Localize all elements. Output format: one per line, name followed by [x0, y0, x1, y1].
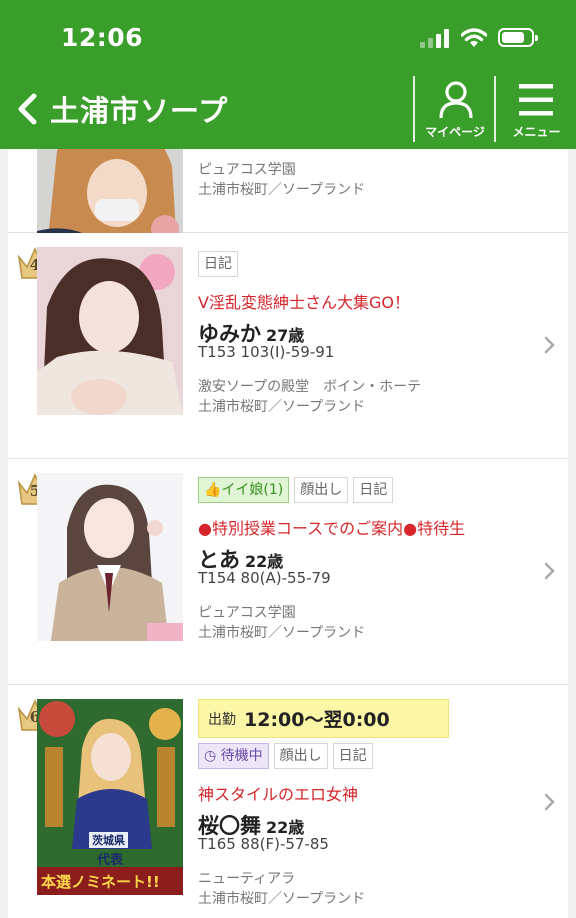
nav-divider — [413, 76, 415, 142]
chevron-right-icon — [544, 562, 555, 580]
mypage-label: マイページ — [425, 125, 485, 139]
photo-banner-prefecture: 茨城県 — [89, 832, 128, 848]
tag-list: 日記 — [198, 251, 538, 277]
area-category: 土浦市桜町／ソープランド — [198, 891, 366, 907]
tag-list: 👍イイ娘(1) 顔出し 日記 — [198, 477, 538, 503]
wifi-icon — [461, 28, 487, 47]
catchphrase: 神スタイルのエロ女神 — [198, 785, 359, 804]
cellular-signal-icon — [420, 29, 452, 48]
chevron-right-icon — [544, 793, 555, 811]
body-spec: T154 80(A)-55-79 — [198, 569, 331, 587]
shop-name: ニューティアラ — [198, 871, 296, 887]
shift-hours-box: 出勤 12:00〜翌0:00 — [198, 699, 449, 738]
menu-button[interactable]: メニュー — [497, 74, 576, 144]
area-category: 土浦市桜町／ソープランド — [198, 399, 366, 415]
ranking-list: ピュアコス学園 土浦市桜町／ソープランド 4 日記 V淫乱変態紳士さん大集GO！… — [8, 149, 568, 918]
shift-time: 12:00〜翌0:00 — [244, 709, 390, 731]
catchphrase: ●特別授業コースでのご案内●特待生 — [198, 519, 466, 538]
photo-banner-representative: 代表 — [97, 853, 124, 868]
navigation-bar: 土浦市ソープ マイページ メニュー — [0, 74, 576, 149]
girl-photo — [37, 473, 183, 641]
page-title: 土浦市ソープ — [50, 94, 229, 128]
tag-diary: 日記 — [332, 743, 373, 769]
shift-label: 出勤 — [208, 711, 236, 728]
list-item[interactable]: 5 👍イイ娘(1) 顔出し 日記 ●特別授業コースでのご案内●特待生 とあ 22… — [8, 459, 568, 685]
tag-diary: 日記 — [353, 477, 394, 503]
list-item[interactable]: ピュアコス学園 土浦市桜町／ソープランド — [8, 149, 568, 249]
clock-icon: ◷ — [204, 748, 217, 764]
tag-face-shown: 顔出し — [294, 477, 349, 503]
catchphrase: V淫乱変態紳士さん大集GO！ — [198, 293, 410, 312]
list-item[interactable]: 6 茨城県 代表 本選ノミネート!! 出勤 12:00〜翌0:00 ◷ 待機中 … — [8, 685, 568, 918]
status-bar: 12:06 — [0, 0, 576, 74]
chevron-right-icon — [544, 336, 555, 354]
tag-good-girl: 👍イイ娘(1) — [198, 477, 290, 503]
battery-icon — [498, 28, 538, 47]
app-header: 12:06 土浦市ソープ マイページ メニュー — [0, 0, 576, 149]
tag-list: ◷ 待機中 顔出し 日記 — [198, 743, 538, 769]
shop-name: 激安ソープの殿堂 ボイン・ホーテ — [198, 379, 422, 395]
girl-photo — [37, 247, 183, 415]
status-time: 12:06 — [61, 23, 144, 52]
thumbs-up-icon: 👍 — [204, 482, 222, 498]
shop-name: ピュアコス学園 — [198, 162, 296, 178]
list-item[interactable]: 4 日記 V淫乱変態紳士さん大集GO！ ゆみか 27歳 T153 103(I)-5… — [8, 233, 568, 459]
shop-name: ピュアコス学園 — [198, 605, 296, 621]
mypage-button[interactable]: マイページ — [416, 74, 494, 144]
area-category: 土浦市桜町／ソープランド — [198, 625, 366, 641]
body-spec: T165 88(F)-57-85 — [198, 835, 329, 853]
tag-waiting: ◷ 待機中 — [198, 743, 269, 769]
menu-label: メニュー — [512, 125, 561, 139]
tag-face-shown: 顔出し — [273, 743, 328, 769]
body-spec: T153 103(I)-59-91 — [198, 343, 335, 361]
hamburger-menu-icon — [519, 84, 553, 116]
area-category: 土浦市桜町／ソープランド — [198, 182, 366, 198]
tag-diary: 日記 — [198, 251, 238, 277]
back-chevron-icon[interactable] — [16, 92, 40, 126]
photo-banner-nominate: 本選ノミネート!! — [41, 873, 160, 891]
girl-photo: 茨城県 代表 本選ノミネート!! — [37, 699, 183, 895]
user-icon — [439, 81, 473, 119]
nav-divider — [494, 76, 496, 142]
